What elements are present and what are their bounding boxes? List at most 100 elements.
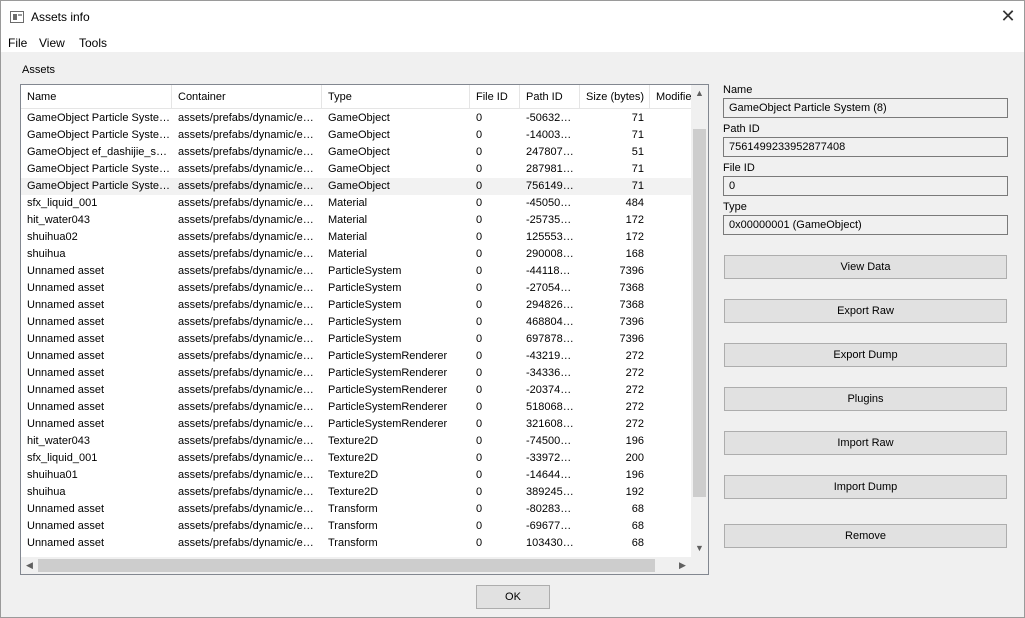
type-field[interactable]: 0x00000001 (GameObject)	[723, 215, 1008, 235]
table-row[interactable]: hit_water043 assets/prefabs/dynamic/e… Tex…	[21, 433, 691, 450]
table-row[interactable]: sfx_liquid_001 assets/prefabs/dynamic/e… T…	[21, 450, 691, 467]
table-row[interactable]: shuihua assets/prefabs/dynamic/e… Texture2…	[21, 484, 691, 501]
cell-size: 7396	[619, 333, 644, 345]
table-row[interactable]: Unnamed asset assets/prefabs/dynamic/e… Pa…	[21, 314, 691, 331]
vertical-scroll-thumb[interactable]	[693, 129, 706, 497]
table-row[interactable]: GameObject Particle Syste… assets/prefabs…	[21, 161, 691, 178]
table-row[interactable]: GameObject ef_dashijie_s… assets/prefabs/…	[21, 144, 691, 161]
horizontal-scrollbar[interactable]: ◀ ▶	[21, 557, 691, 574]
table-row[interactable]: Unnamed asset assets/prefabs/dynamic/e… Pa…	[21, 348, 691, 365]
cell-path-id: 287981…	[526, 163, 574, 175]
cell-type: Transform	[328, 537, 378, 549]
cell-file-id: 0	[476, 367, 483, 379]
table-row[interactable]: Unnamed asset assets/prefabs/dynamic/e… Pa…	[21, 280, 691, 297]
cell-container: assets/prefabs/dynamic/e…	[178, 333, 314, 345]
cell-size: 51	[631, 146, 644, 158]
cell-file-id: 0	[476, 435, 483, 447]
table-row[interactable]: Unnamed asset assets/prefabs/dynamic/e… Pa…	[21, 365, 691, 382]
cell-file-id: 0	[476, 350, 483, 362]
column-header-size[interactable]: Size (bytes)	[580, 85, 650, 109]
vertical-scrollbar[interactable]: ▲ ▼	[691, 85, 708, 557]
menu-file[interactable]: File	[8, 36, 27, 50]
table-row[interactable]: GameObject Particle Syste… assets/prefabs…	[21, 110, 691, 127]
cell-type: Texture2D	[328, 452, 379, 464]
table-row[interactable]: Unnamed asset assets/prefabs/dynamic/e… Tr…	[21, 501, 691, 518]
cell-file-id: 0	[476, 180, 483, 192]
chevron-left-icon[interactable]: ◀	[21, 557, 38, 574]
chevron-right-icon[interactable]: ▶	[674, 557, 691, 574]
cell-path-id: 756149…	[526, 180, 574, 192]
close-icon[interactable]: ✕	[992, 1, 1024, 33]
file-id-field[interactable]: 0	[723, 176, 1008, 196]
ok-button[interactable]: OK	[476, 585, 550, 609]
chevron-up-icon[interactable]: ▲	[691, 85, 708, 102]
cell-type: ParticleSystem	[328, 282, 402, 294]
cell-size: 172	[625, 231, 644, 243]
table-row[interactable]: shuihua02 assets/prefabs/dynamic/e… Materi…	[21, 229, 691, 246]
cell-path-id: -33972…	[526, 452, 572, 464]
column-header-file-id[interactable]: File ID	[470, 85, 520, 109]
cell-size: 7396	[619, 265, 644, 277]
import-dump-button[interactable]: Import Dump	[724, 475, 1007, 499]
table-row[interactable]: Unnamed asset assets/prefabs/dynamic/e… Pa…	[21, 382, 691, 399]
table-row[interactable]: shuihua01 assets/prefabs/dynamic/e… Textur…	[21, 467, 691, 484]
cell-container: assets/prefabs/dynamic/e…	[178, 401, 314, 413]
scroll-corner	[691, 557, 708, 574]
menu-tools[interactable]: Tools	[79, 36, 107, 50]
cell-size: 272	[625, 401, 644, 413]
cell-path-id: 290008…	[526, 248, 574, 260]
column-header-path-id[interactable]: Path ID	[520, 85, 580, 109]
column-header-modified[interactable]: Modifie	[650, 85, 691, 109]
cell-type: GameObject	[328, 129, 390, 141]
table-row[interactable]: Unnamed asset assets/prefabs/dynamic/e… Pa…	[21, 263, 691, 280]
cell-container: assets/prefabs/dynamic/e…	[178, 537, 314, 549]
cell-path-id: -25735…	[526, 214, 572, 226]
table-row[interactable]: Unnamed asset assets/prefabs/dynamic/e… Pa…	[21, 297, 691, 314]
table-row[interactable]: sfx_liquid_001 assets/prefabs/dynamic/e… M…	[21, 195, 691, 212]
chevron-down-icon[interactable]: ▼	[691, 540, 708, 557]
menu-bar: File View Tools	[1, 33, 1024, 52]
view-data-button[interactable]: View Data	[724, 255, 1007, 279]
cell-type: ParticleSystemRenderer	[328, 367, 448, 379]
cell-type: Transform	[328, 520, 378, 532]
table-row[interactable]: GameObject Particle Syste… assets/prefabs…	[21, 127, 691, 144]
cell-path-id: -27054…	[526, 282, 572, 294]
export-raw-button[interactable]: Export Raw	[724, 299, 1007, 323]
horizontal-scroll-thumb[interactable]	[38, 559, 655, 572]
cell-name: Unnamed asset	[27, 350, 105, 362]
cell-name: Unnamed asset	[27, 316, 105, 328]
cell-path-id: -74500…	[526, 435, 572, 447]
column-header-type[interactable]: Type	[322, 85, 470, 109]
export-dump-button[interactable]: Export Dump	[724, 343, 1007, 367]
path-id-field[interactable]: 7561499233952877408	[723, 137, 1008, 157]
cell-path-id: -44118…	[526, 265, 571, 277]
remove-button[interactable]: Remove	[724, 524, 1007, 548]
cell-size: 71	[631, 129, 644, 141]
name-field[interactable]: GameObject Particle System (8)	[723, 98, 1008, 118]
cell-container: assets/prefabs/dynamic/e…	[178, 265, 314, 277]
cell-name: GameObject Particle Syste…	[27, 112, 171, 124]
table-row[interactable]: GameObject Particle Syste… assets/prefabs…	[21, 178, 691, 195]
cell-container: assets/prefabs/dynamic/e…	[178, 282, 314, 294]
cell-path-id: -45050…	[526, 197, 572, 209]
table-row[interactable]: Unnamed asset assets/prefabs/dynamic/e… Tr…	[21, 535, 691, 552]
cell-container: assets/prefabs/dynamic/e…	[178, 129, 314, 141]
table-row[interactable]: shuihua assets/prefabs/dynamic/e… Material…	[21, 246, 691, 263]
table-row[interactable]: hit_water043 assets/prefabs/dynamic/e… Mat…	[21, 212, 691, 229]
cell-container: assets/prefabs/dynamic/e…	[178, 180, 314, 192]
menu-view[interactable]: View	[39, 36, 65, 50]
import-raw-button[interactable]: Import Raw	[724, 431, 1007, 455]
table-row[interactable]: Unnamed asset assets/prefabs/dynamic/e… Pa…	[21, 331, 691, 348]
cell-container: assets/prefabs/dynamic/e…	[178, 350, 314, 362]
column-header-name[interactable]: Name	[21, 85, 172, 109]
cell-type: Material	[328, 197, 368, 209]
table-row[interactable]: Unnamed asset assets/prefabs/dynamic/e… Pa…	[21, 416, 691, 433]
title-bar[interactable]: Assets info ✕	[1, 1, 1024, 33]
table-row[interactable]: Unnamed asset assets/prefabs/dynamic/e… Pa…	[21, 399, 691, 416]
column-header-container[interactable]: Container	[172, 85, 322, 109]
cell-size: 68	[631, 520, 644, 532]
plugins-button[interactable]: Plugins	[724, 387, 1007, 411]
cell-type: Material	[328, 214, 368, 226]
table-row[interactable]: Unnamed asset assets/prefabs/dynamic/e… Tr…	[21, 518, 691, 535]
cell-name: Unnamed asset	[27, 299, 105, 311]
